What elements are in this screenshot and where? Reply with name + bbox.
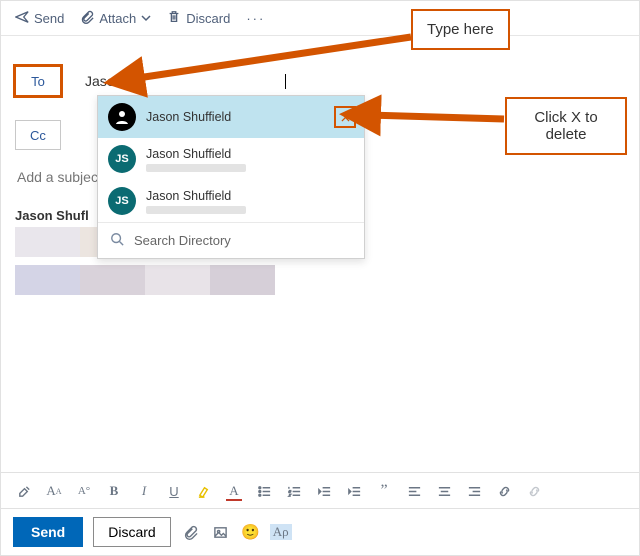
attach-label: Attach bbox=[99, 11, 136, 26]
suggestion-subtext bbox=[146, 164, 246, 172]
bold-button[interactable]: B bbox=[103, 480, 125, 502]
discard-label: Discard bbox=[186, 11, 230, 26]
suggestion-item[interactable]: JS Jason Shuffield bbox=[98, 180, 364, 222]
compose-window: Send Attach Discard ··· To Jason bbox=[0, 0, 640, 556]
suggestion-name: Jason Shuffield bbox=[146, 189, 246, 203]
send-button[interactable]: Send bbox=[13, 517, 83, 547]
to-button[interactable]: To bbox=[15, 66, 61, 96]
suggestion-text: Jason Shuffield bbox=[146, 147, 246, 172]
suggestion-item[interactable]: JS Jason Shuffield bbox=[98, 138, 364, 180]
unlink-icon[interactable] bbox=[523, 480, 545, 502]
format-toggle-icon[interactable]: Aρ bbox=[271, 522, 291, 542]
send-icon bbox=[15, 10, 29, 27]
underline-button[interactable]: U bbox=[163, 480, 185, 502]
emoji-action-icon[interactable]: 🙂 bbox=[241, 522, 261, 542]
avatar-initials: JS bbox=[108, 187, 136, 215]
send-command[interactable]: Send bbox=[9, 6, 70, 31]
send-label: Send bbox=[34, 11, 64, 26]
formatting-toolbar: AA A° B I U A ” bbox=[1, 472, 639, 509]
suggestion-subtext bbox=[146, 206, 246, 214]
paperclip-icon bbox=[80, 10, 94, 27]
chevron-down-icon bbox=[141, 11, 151, 26]
indent-icon[interactable] bbox=[343, 480, 365, 502]
align-left-icon[interactable] bbox=[403, 480, 425, 502]
picture-action-icon[interactable] bbox=[211, 522, 231, 542]
discard-button[interactable]: Discard bbox=[93, 517, 170, 547]
suggestion-name: Jason Shuffield bbox=[146, 110, 231, 124]
annotation-click-x: Click X to delete bbox=[505, 97, 627, 155]
quote-icon[interactable]: ” bbox=[373, 480, 395, 502]
bulleted-list-icon[interactable] bbox=[253, 480, 275, 502]
search-directory[interactable]: Search Directory bbox=[98, 223, 364, 258]
paint-format-icon[interactable] bbox=[13, 480, 35, 502]
recipient-suggestions: Jason Shuffield JS Jason Shuffield JS Ja… bbox=[97, 95, 365, 259]
highlight-color-icon[interactable] bbox=[193, 480, 215, 502]
suggestion-text: Jason Shuffield bbox=[146, 110, 231, 124]
suggestion-item[interactable]: Jason Shuffield bbox=[98, 96, 364, 138]
font-size-shrink-icon[interactable]: A° bbox=[73, 480, 95, 502]
attach-action-icon[interactable] bbox=[181, 522, 201, 542]
outdent-icon[interactable] bbox=[313, 480, 335, 502]
avatar-initials: JS bbox=[108, 145, 136, 173]
font-color-icon[interactable]: A bbox=[223, 480, 245, 502]
attach-command[interactable]: Attach bbox=[74, 6, 157, 31]
discard-command[interactable]: Discard bbox=[161, 6, 236, 31]
suggestion-text: Jason Shuffield bbox=[146, 189, 246, 214]
link-icon[interactable] bbox=[493, 480, 515, 502]
trash-icon bbox=[167, 10, 181, 27]
avatar-icon bbox=[108, 103, 136, 131]
more-commands[interactable]: ··· bbox=[240, 7, 271, 30]
remove-suggestion-button[interactable] bbox=[334, 106, 356, 128]
numbered-list-icon[interactable] bbox=[283, 480, 305, 502]
search-icon bbox=[110, 232, 124, 249]
action-bar: Send Discard 🙂 Aρ bbox=[1, 508, 639, 555]
suggestion-name: Jason Shuffield bbox=[146, 147, 246, 161]
arrow-to-x bbox=[359, 105, 519, 135]
align-right-icon[interactable] bbox=[463, 480, 485, 502]
search-directory-label: Search Directory bbox=[134, 233, 231, 248]
arrow-to-input bbox=[121, 31, 421, 101]
italic-button[interactable]: I bbox=[133, 480, 155, 502]
font-size-grow-icon[interactable]: AA bbox=[43, 480, 65, 502]
annotation-type-here: Type here bbox=[411, 9, 510, 50]
align-center-icon[interactable] bbox=[433, 480, 455, 502]
cc-button[interactable]: Cc bbox=[15, 120, 61, 150]
